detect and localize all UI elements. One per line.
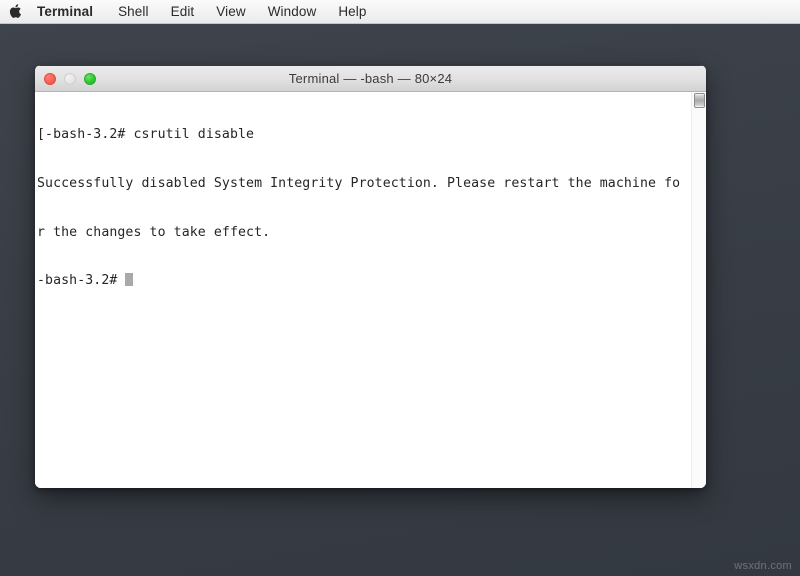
terminal-line: [-bash-3.2# csrutil disable <box>37 127 255 143</box>
minimize-button[interactable] <box>64 72 76 85</box>
menu-bar: Terminal Shell Edit View Window Help <box>0 0 800 24</box>
apple-logo-icon[interactable] <box>0 3 30 20</box>
window-titlebar[interactable]: Terminal — -bash — 80×24 <box>35 65 706 92</box>
terminal-scrollbar[interactable] <box>691 92 706 488</box>
menu-item-terminal[interactable]: Terminal <box>30 0 107 24</box>
terminal-line: Successfully disabled System Integrity P… <box>37 176 681 191</box>
terminal-cursor <box>125 273 134 287</box>
terminal-line: r the changes to take effect. <box>37 224 271 240</box>
terminal-window[interactable]: Terminal — -bash — 80×24 [-bash-3.2# csr… <box>35 65 706 488</box>
close-button[interactable] <box>44 72 56 85</box>
scrollbar-thumb[interactable] <box>694 93 705 108</box>
terminal-prompt-line: -bash-3.2# <box>37 273 691 289</box>
watermark-text: wsxdn.com <box>734 560 792 572</box>
window-controls <box>35 72 96 85</box>
window-title: Terminal — -bash — 80×24 <box>288 71 453 86</box>
terminal-content-area[interactable]: [-bash-3.2# csrutil disable Successfully… <box>35 92 706 488</box>
menu-item-window[interactable]: Window <box>257 0 328 24</box>
terminal-output[interactable]: [-bash-3.2# csrutil disable Successfully… <box>35 92 691 488</box>
menu-item-help[interactable]: Help <box>327 0 377 24</box>
zoom-button[interactable] <box>84 72 96 85</box>
menu-item-view[interactable]: View <box>205 0 256 24</box>
terminal-prompt-text: -bash-3.2# <box>37 273 126 289</box>
menu-item-shell[interactable]: Shell <box>107 0 160 24</box>
menu-item-edit[interactable]: Edit <box>160 0 206 24</box>
